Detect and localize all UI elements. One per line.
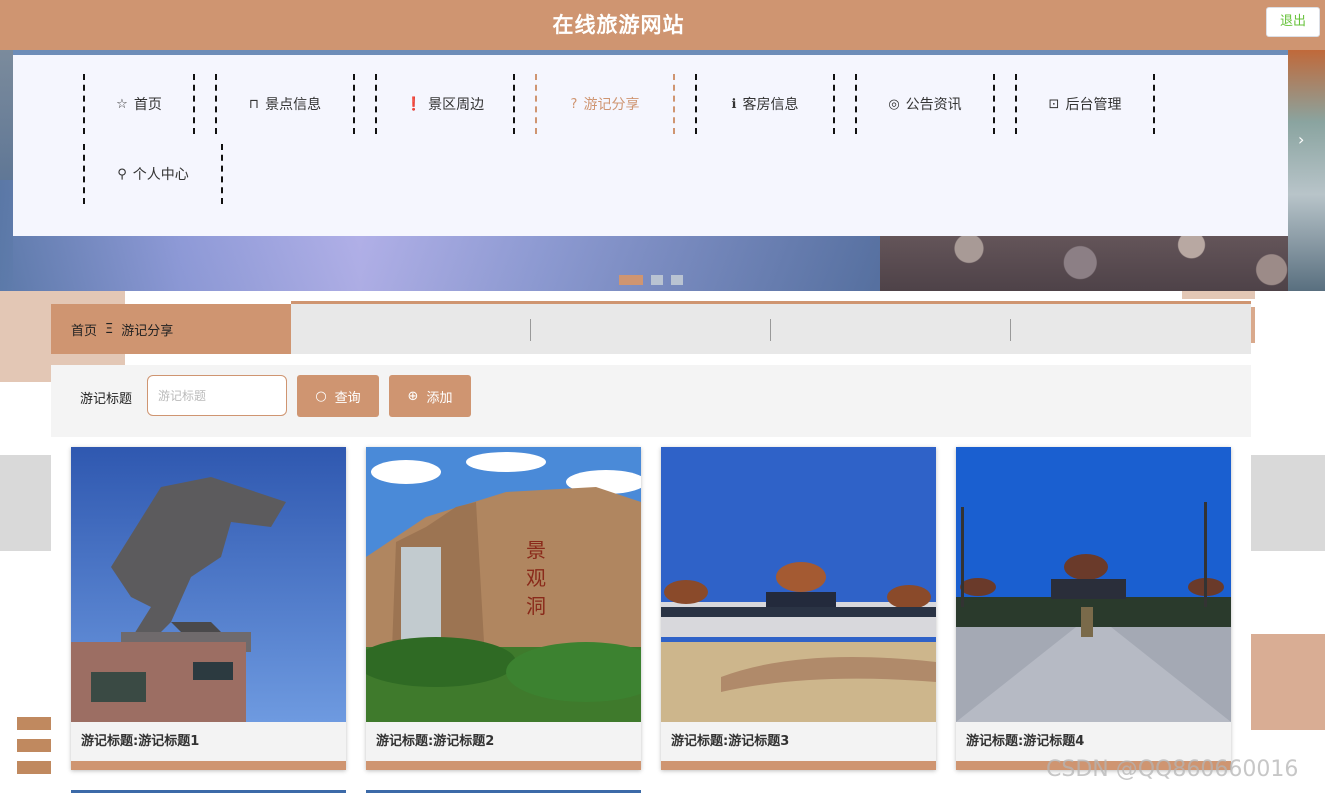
nav-item-label: 游记分享 <box>583 97 640 113</box>
menu-icon <box>17 761 51 774</box>
header-bar: 在线旅游网站 退出 <box>0 0 1325 50</box>
decor-block <box>1251 455 1325 551</box>
carousel-next-icon[interactable]: › <box>1298 130 1304 149</box>
decor-block <box>1251 634 1325 730</box>
nav-item-announcements[interactable]: ◎ 公告资讯 <box>855 74 995 134</box>
decor-block <box>1251 307 1255 343</box>
breadcrumb-current: 游记分享 <box>121 323 174 339</box>
watermark: CSDN @QQ860660016 <box>1046 757 1299 782</box>
card-title: 游记标题:游记标题1 <box>81 734 200 749</box>
decor-block <box>0 455 51 551</box>
nav-item-label: 客房信息 <box>742 97 799 113</box>
decor-block <box>1182 291 1255 299</box>
logout-button[interactable]: 退出 <box>1266 7 1320 37</box>
card-image-palace-plaza <box>956 447 1231 722</box>
nav-item-label: 首页 <box>133 97 162 113</box>
travel-note-card[interactable]: 游记标题:游记标题4 <box>956 447 1231 770</box>
svg-text:洞: 洞 <box>526 594 546 618</box>
site-title: 在线旅游网站 <box>552 13 685 37</box>
card-title: 游记标题:游记标题4 <box>966 734 1085 749</box>
nav-item-admin[interactable]: ⊡ 后台管理 <box>1015 74 1155 134</box>
nav-item-label: 景点信息 <box>265 97 322 113</box>
card-accent-bar <box>71 761 346 770</box>
card-accent-bar <box>661 761 936 770</box>
nav-item-label: 个人中心 <box>132 167 189 183</box>
info-icon: ℹ <box>731 96 737 112</box>
card-accent-bar <box>366 761 641 770</box>
search-label: 游记标题 <box>80 392 133 407</box>
breadcrumb-divider <box>1010 319 1011 341</box>
query-button[interactable]: ○ 查询 <box>297 375 379 417</box>
title-search-input[interactable] <box>147 375 287 416</box>
card-title: 游记标题:游记标题3 <box>671 734 790 749</box>
add-button-label: 添加 <box>426 390 453 406</box>
nav-item-travel-notes[interactable]: ? 游记分享 <box>535 74 675 134</box>
breadcrumb-separator-icon: Ξ <box>105 321 114 337</box>
nav-item-label: 景区周边 <box>428 97 485 113</box>
card-image-waterfall-cliff: 景 观 洞 <box>366 447 641 722</box>
menu-icon <box>17 717 51 730</box>
carousel-dot[interactable] <box>619 275 643 285</box>
cog-icon: ◎ <box>888 96 900 112</box>
question-icon: ? <box>570 96 578 112</box>
query-button-label: 查询 <box>334 390 361 406</box>
card-title: 游记标题:游记标题2 <box>376 734 495 749</box>
travel-note-card[interactable]: 景 观 洞 游记标题:游记标题2 <box>366 447 641 770</box>
carousel-dot[interactable] <box>671 275 683 285</box>
user-icon: ⚲ <box>117 166 127 182</box>
nav-item-label: 公告资讯 <box>905 97 962 113</box>
banner-image-edge <box>1288 50 1325 291</box>
briefcase-icon: ⊡ <box>1048 96 1060 112</box>
card-image-horse-statue <box>71 447 346 722</box>
nav-item-home[interactable]: ☆ 首页 <box>83 74 195 134</box>
main-nav: ☆ 首页 ⊓ 景点信息 ❗ 景区周边 ? 游记分享 ℹ 客房信息 ◎ 公告资讯 … <box>13 55 1288 236</box>
star-icon: ☆ <box>116 96 128 112</box>
search-icon: ○ <box>315 388 327 404</box>
breadcrumb-divider <box>770 319 771 341</box>
travel-note-card[interactable]: 游记标题:游记标题1 <box>71 447 346 770</box>
breadcrumb: 首页 Ξ 游记分享 <box>51 304 291 354</box>
carousel-indicators <box>619 275 683 285</box>
bag-icon: ⊓ <box>248 96 260 112</box>
card-image-mongolian-palace <box>661 447 936 722</box>
nav-item-rooms[interactable]: ℹ 客房信息 <box>695 74 835 134</box>
menu-icon <box>17 739 51 752</box>
breadcrumb-divider <box>530 319 531 341</box>
nav-item-label: 后台管理 <box>1065 97 1122 113</box>
nav-item-profile[interactable]: ⚲ 个人中心 <box>83 144 223 204</box>
carousel-dot[interactable] <box>651 275 663 285</box>
add-button[interactable]: ⊕ 添加 <box>389 375 471 417</box>
plus-circle-icon: ⊕ <box>407 388 419 404</box>
nav-item-surroundings[interactable]: ❗ 景区周边 <box>375 74 515 134</box>
travel-note-card[interactable]: 游记标题:游记标题3 <box>661 447 936 770</box>
warning-icon: ❗ <box>405 96 423 112</box>
svg-text:景: 景 <box>526 538 546 562</box>
nav-item-attractions[interactable]: ⊓ 景点信息 <box>215 74 355 134</box>
breadcrumb-home[interactable]: 首页 <box>71 320 97 339</box>
svg-text:观: 观 <box>526 566 546 590</box>
